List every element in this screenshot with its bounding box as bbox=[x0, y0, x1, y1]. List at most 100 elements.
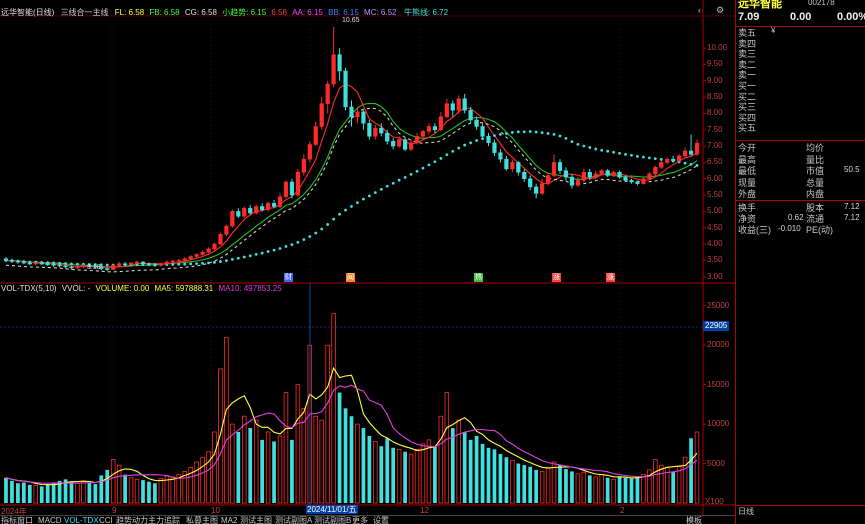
volume-bar bbox=[295, 384, 301, 504]
bull-bear-dot bbox=[373, 191, 377, 194]
price-change: 0.00 bbox=[790, 11, 812, 23]
bottom-tab-0[interactable]: 指标 bbox=[1, 516, 17, 524]
bottom-tab-8[interactable]: MA2 bbox=[221, 516, 237, 524]
candle-body bbox=[21, 261, 26, 264]
volume-bar bbox=[605, 477, 610, 503]
candle-body bbox=[15, 260, 20, 263]
event-marker-3[interactable]: 涨 bbox=[552, 273, 561, 282]
candle-body bbox=[677, 155, 682, 162]
template-tab[interactable]: 模板 bbox=[686, 515, 702, 524]
candle-body bbox=[248, 207, 253, 214]
candle-body bbox=[665, 158, 670, 163]
bottom-tab-12[interactable]: 更多 bbox=[352, 516, 368, 524]
chart-canvas[interactable] bbox=[0, 0, 735, 515]
bull-bear-dot bbox=[367, 194, 371, 198]
indicator-header: 远华智能(日线) 三线合一主线 FL: 6.58 FB: 6.58 CG: 6.… bbox=[1, 7, 397, 18]
date-label-dec: 12 bbox=[420, 506, 429, 515]
bottom-tab-7[interactable]: 私募主图 bbox=[186, 516, 218, 524]
candle-body bbox=[468, 109, 473, 121]
event-marker-2[interactable]: 热 bbox=[474, 273, 483, 282]
candle-body bbox=[355, 111, 360, 117]
candle-body bbox=[605, 170, 610, 176]
event-marker-4[interactable]: 涨 bbox=[606, 273, 615, 282]
volume-tick-label: 20000 bbox=[707, 340, 730, 350]
volume-bar bbox=[33, 485, 39, 504]
candle-body bbox=[212, 243, 217, 250]
volume-bar bbox=[593, 476, 598, 504]
candle-body bbox=[236, 211, 241, 217]
daily-line-tab[interactable]: 日线 bbox=[738, 506, 754, 517]
bottom-tab-4[interactable]: CCI bbox=[99, 516, 113, 524]
bull-bear-dot bbox=[540, 131, 544, 135]
volume-bar bbox=[504, 457, 509, 503]
candle-body bbox=[224, 225, 229, 235]
pe-label: PE(动) bbox=[806, 225, 834, 235]
candle-body bbox=[367, 122, 372, 137]
bottom-tab-5[interactable]: 趋势动力 bbox=[116, 516, 148, 524]
candle-body bbox=[361, 111, 366, 124]
bottom-tab-1[interactable]: 窗口 bbox=[17, 516, 33, 524]
equity-value: 7.12 bbox=[844, 202, 860, 211]
volume-bar bbox=[564, 469, 568, 503]
volume-bar bbox=[587, 475, 592, 503]
event-marker-0[interactable]: 财 bbox=[284, 273, 293, 282]
bottom-tab-9[interactable]: 测试主图 bbox=[240, 516, 272, 524]
volume-bar bbox=[534, 469, 539, 503]
candle-body bbox=[3, 258, 9, 261]
bottom-tab-6[interactable]: 主力追踪 bbox=[148, 516, 180, 524]
candle-body bbox=[69, 266, 74, 269]
bull-bear-dot bbox=[260, 251, 264, 255]
bottom-tab-3[interactable]: VOL-TDX bbox=[64, 516, 99, 524]
volume-bar bbox=[260, 439, 264, 503]
volume-bar bbox=[426, 439, 432, 504]
volume-bar bbox=[248, 428, 253, 503]
volume-bar bbox=[45, 484, 50, 503]
bull-bear-dot bbox=[421, 166, 425, 170]
candle-body bbox=[659, 162, 664, 168]
income-label: 收益(三) bbox=[738, 225, 771, 235]
bull-bear-dot bbox=[653, 157, 657, 161]
candle-body bbox=[391, 140, 396, 147]
volume-bar bbox=[319, 419, 324, 504]
volume-bar bbox=[176, 474, 181, 504]
candle-body bbox=[295, 171, 300, 196]
volume-bar bbox=[689, 438, 693, 503]
bull-bear-dot bbox=[409, 172, 413, 176]
bottom-tab-10[interactable]: 测试副图A bbox=[275, 516, 312, 524]
bottom-tab-bar: 指标 窗口 MACD VOL-TDX CCI 趋势动力 主力追踪 私募主图 MA2 测试主图 测试副… bbox=[0, 515, 735, 524]
candle-body bbox=[653, 167, 658, 175]
bull-bear-dot bbox=[403, 175, 407, 179]
bottom-tab-11[interactable]: 测试副图B bbox=[314, 516, 351, 524]
volume-bar bbox=[629, 478, 634, 503]
candle-body bbox=[408, 142, 414, 150]
volume-bar bbox=[403, 451, 407, 503]
bottom-tab-2[interactable]: MACD bbox=[38, 516, 62, 524]
candle-body bbox=[194, 254, 199, 257]
price-tick-label: 8.00 bbox=[707, 108, 723, 118]
candle-body bbox=[81, 265, 86, 268]
volume-title: VOL-TDX(5,10) bbox=[1, 284, 57, 293]
bull-bear-dot bbox=[290, 243, 294, 247]
fl-value: FL: 6.58 bbox=[114, 8, 145, 17]
candle-body bbox=[254, 206, 259, 214]
bull-bear-dot bbox=[594, 147, 598, 151]
volume-bar bbox=[283, 392, 289, 504]
stat-right-4: 内盘 bbox=[806, 189, 825, 199]
event-marker-1[interactable]: 闻 bbox=[346, 273, 355, 282]
candle-body bbox=[277, 196, 283, 207]
gear-icon[interactable]: ⚙ bbox=[716, 5, 724, 16]
volume-bar bbox=[147, 481, 151, 503]
volume-bar bbox=[242, 415, 247, 504]
candle-body bbox=[128, 262, 134, 265]
candle-body bbox=[671, 158, 676, 162]
candle-body bbox=[587, 171, 592, 178]
back-arrow-icon[interactable]: ‹ bbox=[698, 5, 701, 15]
bull-bear-dot bbox=[606, 149, 610, 153]
candle-body bbox=[492, 142, 497, 153]
volume-bar bbox=[16, 483, 20, 503]
volume-bar bbox=[200, 456, 205, 504]
volume-bar bbox=[617, 476, 622, 503]
bottom-tab-13[interactable]: 设置 bbox=[373, 516, 389, 524]
candle-body bbox=[528, 178, 533, 188]
stock-name: 远华智能 bbox=[738, 0, 782, 10]
